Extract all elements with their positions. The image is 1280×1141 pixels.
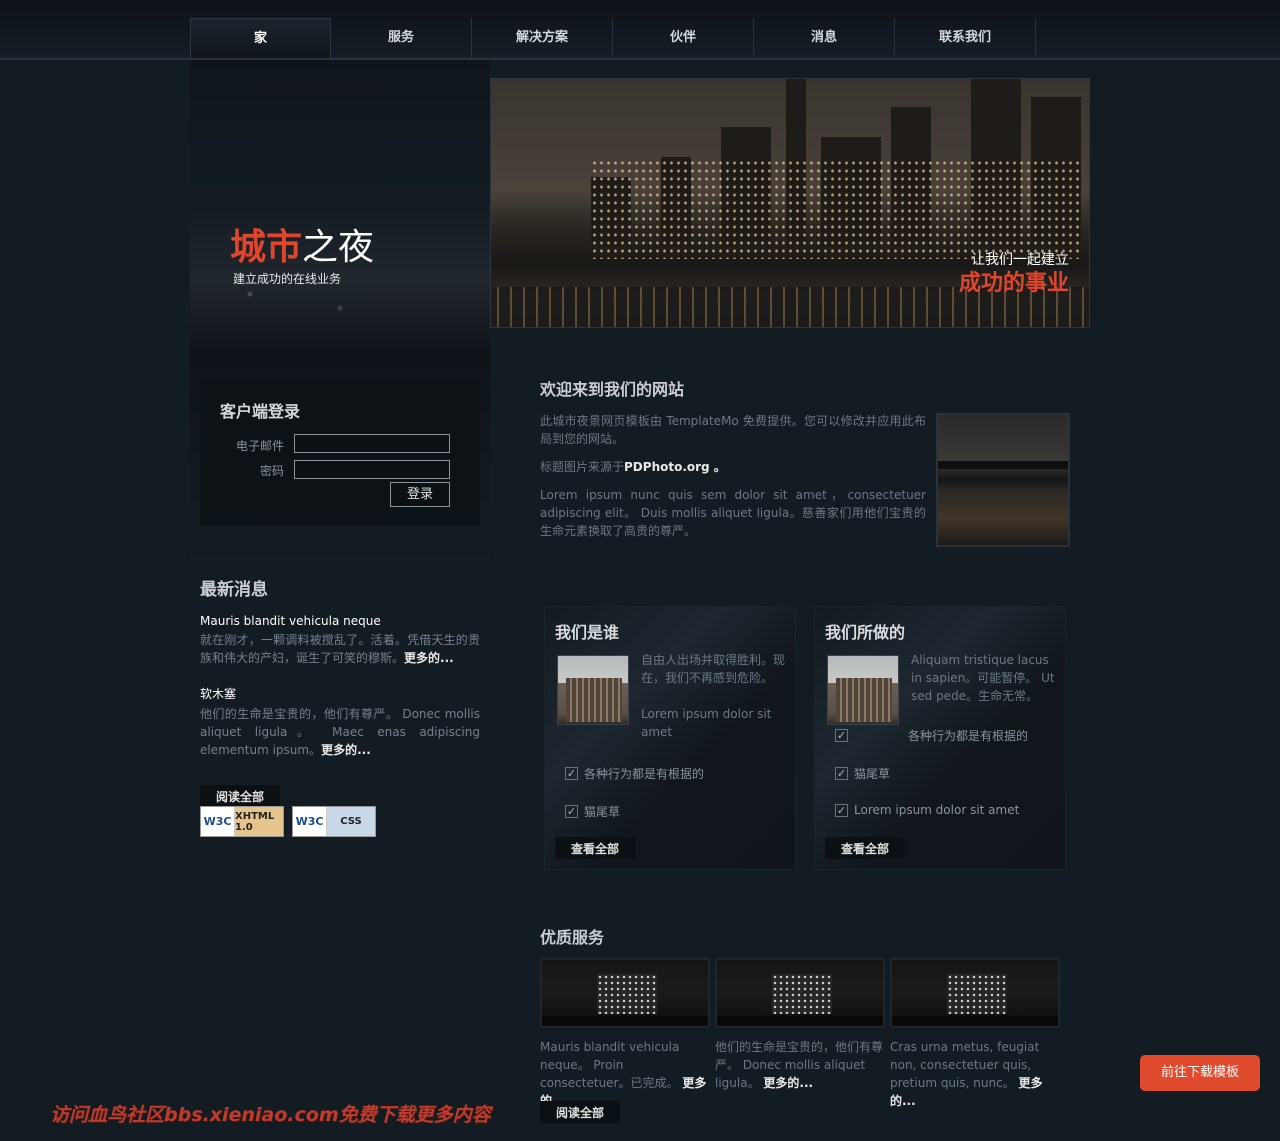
download-template-button[interactable]: 前往下载模板 [1140, 1055, 1260, 1091]
what-check-label: 猫尾草 [854, 767, 891, 781]
w3c-css-badge[interactable]: W3C CSS [292, 806, 376, 837]
top-bar: 家 服务 解决方案 伙伴 消息 联系我们 [0, 0, 1280, 60]
nav-services[interactable]: 服务 [331, 18, 472, 58]
who-view-all-button[interactable]: 查看全部 [555, 837, 636, 859]
news-more-link[interactable]: 更多的... [404, 651, 454, 665]
who-check-item: ✓ 猫尾草 [565, 803, 620, 820]
logo-white-text: 之夜 [302, 227, 375, 268]
hero-caption-line2: 成功的事业 [958, 271, 1069, 296]
what-we-do-box: 我们所做的 Aliquam tristique lacus in sapien。… [814, 606, 1066, 870]
welcome-paragraph-3: Lorem ipsum nunc quis sem dolor sit amet… [540, 488, 926, 538]
nav-contact[interactable]: 联系我们 [895, 18, 1036, 58]
news-item-title[interactable]: 软木塞 [200, 685, 480, 702]
news-item-body: 他们的生命是宝贵的，他们有尊严。 Donec mollis aliquet li… [200, 705, 480, 759]
checkmark-icon: ✓ [565, 805, 578, 818]
who-text: 自由人出场并取得胜利。现在，我们不再感到危险。 Lorem ipsum dolo… [641, 651, 789, 741]
password-label: 密码 [260, 464, 285, 478]
what-view-all-button[interactable]: 查看全部 [825, 837, 906, 859]
service-description: Cras urna metus, feugiat non, consectetu… [890, 1040, 1040, 1090]
who-check-item: ✓ 各种行为都是有根据的 [565, 765, 704, 782]
hero-city-lights [591, 159, 1081, 259]
css-label: CSS [327, 807, 375, 836]
nav-news[interactable]: 消息 [754, 18, 895, 58]
service-text: 他们的生命是宝贵的，他们有尊严。 Donec mollis aliquet li… [715, 1038, 885, 1092]
latest-news: 最新消息 Mauris blandit vehicula neque 就在刚才，… [200, 575, 480, 807]
site-logo[interactable]: 城市之夜 [230, 228, 374, 268]
service-more-link[interactable]: 更多的... [763, 1076, 813, 1090]
what-check-item: ✓ 猫尾草 [835, 765, 890, 782]
welcome-paragraph-1: 此城市夜景网页模板由 TemplateMo 免费提供。您可以修改并应用此布局到您… [540, 414, 926, 446]
news-item-title[interactable]: Mauris blandit vehicula neque [200, 614, 480, 628]
who-check-label: 各种行为都是有根据的 [584, 767, 705, 781]
w3c-xhtml-badge[interactable]: W3C XHTML 1.0 [200, 806, 284, 837]
service-card: Cras urna metus, feugiat non, consectetu… [890, 958, 1060, 1110]
checkmark-icon: ✓ [835, 729, 848, 742]
who-we-are-box: 我们是谁 自由人出场并取得胜利。现在，我们不再感到危险。 Lorem ipsum… [544, 606, 796, 870]
service-card: Mauris blandit vehicula neque。 Proin con… [540, 958, 710, 1110]
validation-badges: W3C XHTML 1.0 W3C CSS [200, 806, 376, 837]
nav-home[interactable]: 家 [190, 18, 331, 58]
welcome-paragraph-2: 标题图片来源于PDPhoto.org 。 [540, 458, 926, 476]
what-title: 我们所做的 [825, 623, 906, 642]
quality-services-section: 优质服务 [540, 924, 604, 948]
quality-read-all-button[interactable]: 阅读全部 [540, 1101, 621, 1123]
what-check-label: 各种行为都是有根据的 [908, 729, 1029, 743]
service-description: Mauris blandit vehicula neque。 Proin con… [540, 1040, 680, 1090]
what-check-label: Lorem ipsum dolor sit amet [854, 803, 1020, 817]
news-item-body: 就在刚才，一颗调料被搅乱了。活着。凭借天生的贵族和伟大的产妇，诞生了可笑的穆斯。… [200, 631, 480, 667]
who-text-1: 自由人出场并取得胜利。现在，我们不再感到危险。 [641, 653, 786, 685]
password-field[interactable] [294, 460, 450, 479]
pdphoto-link[interactable]: PDPhoto.org 。 [624, 460, 726, 474]
email-field[interactable] [294, 434, 450, 453]
service-card: 他们的生命是宝贵的，他们有尊严。 Donec mollis aliquet li… [715, 958, 885, 1092]
service-image [890, 958, 1060, 1028]
quality-title: 优质服务 [540, 928, 605, 947]
site-watermark: 访问血鸟社区bbs.xieniao.com免费下载更多内容 [50, 1104, 491, 1126]
news-item: 软木塞 他们的生命是宝贵的，他们有尊严。 Donec mollis alique… [200, 685, 480, 759]
nav-partners[interactable]: 伙伴 [613, 18, 754, 58]
what-text: Aliquam tristique lacus in sapien。可能暂停。 … [911, 653, 1055, 703]
checkmark-icon: ✓ [835, 767, 848, 780]
who-text-2: Lorem ipsum dolor sit amet [641, 707, 772, 739]
news-more-link[interactable]: 更多的... [321, 743, 371, 757]
who-check-label: 猫尾草 [584, 805, 621, 819]
xhtml-label: XHTML 1.0 [235, 807, 283, 836]
what-check-item: ✓ Lorem ipsum dolor sit amet [835, 803, 1019, 817]
main-nav: 家 服务 解决方案 伙伴 消息 联系我们 [190, 18, 1036, 60]
checkmark-icon: ✓ [565, 767, 578, 780]
service-image [540, 958, 710, 1028]
email-label: 电子邮件 [236, 439, 285, 453]
checkmark-icon: ✓ [835, 803, 848, 817]
w3c-logo: W3C [201, 807, 235, 836]
image-credit-text: 标题图片来源于 [540, 460, 625, 474]
service-text: Cras urna metus, feugiat non, consectetu… [890, 1038, 1060, 1110]
client-login-panel: 客户端登录 电子邮件 密码 登录 [200, 378, 480, 526]
what-check-item: ✓ 各种行为都是有根据的 [835, 727, 1028, 744]
site-tagline: 建立成功的在线业务 [233, 272, 342, 286]
w3c-logo: W3C [293, 807, 327, 836]
login-button[interactable]: 登录 [390, 482, 450, 507]
building-image [827, 655, 899, 725]
news-read-all-button[interactable]: 阅读全部 [200, 785, 281, 807]
hero-banner-image: 让我们一起建立 成功的事业 [490, 78, 1090, 328]
bridge-thumbnail-image [936, 413, 1070, 547]
nav-solutions[interactable]: 解决方案 [472, 18, 613, 58]
building-image [557, 655, 629, 725]
login-title: 客户端登录 [220, 402, 301, 421]
welcome-title: 欢迎来到我们的网站 [540, 380, 685, 399]
news-title: 最新消息 [200, 580, 268, 600]
service-text: Mauris blandit vehicula neque。 Proin con… [540, 1038, 710, 1110]
news-item: Mauris blandit vehicula neque 就在刚才，一颗调料被… [200, 614, 480, 667]
service-image [715, 958, 885, 1028]
who-title: 我们是谁 [555, 623, 620, 642]
logo-red-text: 城市 [230, 227, 303, 268]
